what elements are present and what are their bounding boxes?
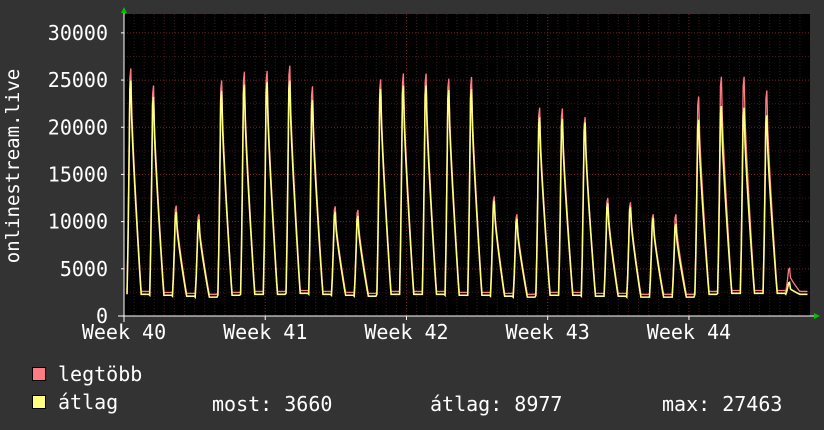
y-tick-label: 25000	[48, 68, 108, 92]
legend-item-avg: átlag	[32, 390, 119, 414]
x-tick-label: Week 44	[647, 320, 731, 344]
stat-max: max: 27463	[662, 392, 783, 416]
stat-now: most: 3660	[212, 392, 333, 416]
y-tick-label: 20000	[48, 115, 108, 139]
x-tick-label: Week 40	[82, 320, 166, 344]
x-axis-ticks: Week 40 Week 41 Week 42 Week 43 Week 44	[82, 316, 731, 344]
y-axis-label: onlinestream.live	[2, 69, 24, 263]
x-axis-arrow-icon	[814, 313, 820, 319]
x-tick-label: Week 41	[223, 320, 307, 344]
y-axis-ticks: 050001000015000200002500030000	[48, 21, 124, 328]
traffic-chart: 050001000015000200002500030000 Week 40 We…	[2, 7, 820, 344]
legend-avg-swatch	[32, 395, 46, 409]
y-tick-label: 15000	[48, 162, 108, 186]
y-tick-label: 10000	[48, 210, 108, 234]
y-tick-label: 5000	[60, 257, 108, 281]
legend-item-max: legtöbb	[32, 362, 143, 386]
legend-max-swatch	[32, 367, 46, 381]
stat-avg: átlag: 8977	[430, 392, 563, 416]
x-tick-label: Week 42	[364, 320, 448, 344]
y-tick-label: 30000	[48, 21, 108, 45]
legend-avg-label: átlag	[58, 390, 119, 414]
y-axis-arrow-icon	[121, 7, 127, 13]
x-tick-label: Week 43	[506, 320, 590, 344]
legend-max-label: legtöbb	[58, 362, 143, 386]
